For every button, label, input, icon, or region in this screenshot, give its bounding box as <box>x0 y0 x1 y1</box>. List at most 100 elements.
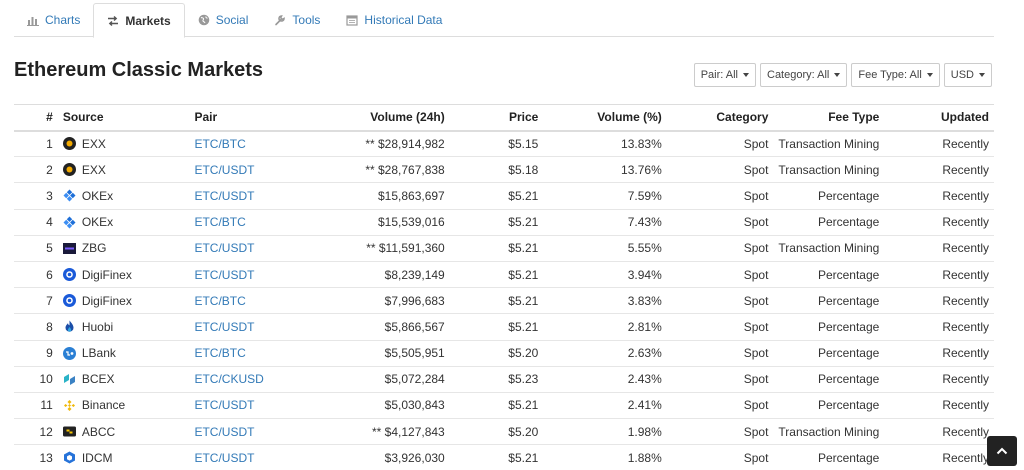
back-to-top-button[interactable] <box>987 436 1017 466</box>
category-cell: Spot <box>666 313 774 341</box>
source-cell[interactable]: DigiFinex <box>57 287 190 315</box>
caret-down-icon <box>743 73 749 77</box>
updated-cell: Recently <box>884 156 994 184</box>
table-row: 8 Huobi ETC/USDT $5,866,567 $5.21 2.81% Spot Pe… <box>14 313 994 341</box>
volume-cell: $5,505,951 <box>296 340 450 367</box>
pair-link[interactable]: ETC/USDT <box>189 261 297 289</box>
price-cell: $5.21 <box>449 209 544 236</box>
filter-bar: Pair: All Category: All Fee Type: All US… <box>693 63 992 87</box>
price-cell: $5.21 <box>449 313 544 341</box>
source-cell[interactable]: EXX <box>57 130 190 158</box>
volume-cell: ** $28,914,982 <box>296 130 450 158</box>
col-header-volume-pct[interactable]: Volume (%) <box>543 104 667 132</box>
col-header-updated[interactable]: Updated <box>884 104 994 132</box>
pair-link[interactable]: ETC/USDT <box>189 392 297 420</box>
pair-link[interactable]: ETC/BTC <box>189 209 297 236</box>
updated-cell: Recently <box>884 392 994 420</box>
pair-link[interactable]: ETC/USDT <box>189 418 297 446</box>
col-header-price[interactable]: Price <box>449 104 544 132</box>
currency-dropdown[interactable]: USD <box>943 63 992 87</box>
category-cell: Spot <box>666 366 774 393</box>
idcm-logo-icon <box>63 451 76 464</box>
col-header-rank[interactable]: # <box>14 104 58 132</box>
calendar-icon <box>346 14 359 26</box>
tab-markets[interactable]: Markets <box>93 3 185 38</box>
updated-cell: Recently <box>884 130 994 158</box>
pair-link[interactable]: ETC/BTC <box>189 287 297 315</box>
tab-historical-data[interactable]: Historical Data <box>333 3 455 37</box>
markets-table: # Source Pair Volume (24h) Price Volume … <box>14 104 994 470</box>
volume-pct-cell: 7.43% <box>543 209 667 236</box>
pair-link[interactable]: ETC/USDT <box>189 444 297 470</box>
price-cell: $5.21 <box>449 444 544 470</box>
pair-link[interactable]: ETC/CKUSD <box>189 366 297 393</box>
table-row: 5 ZBG ETC/USDT ** $11,591,360 $5.21 5.55% Spot… <box>14 235 994 262</box>
source-name: OKEx <box>81 215 114 230</box>
caret-down-icon <box>979 73 985 77</box>
col-header-category[interactable]: Category <box>666 104 774 132</box>
source-cell[interactable]: EXX <box>57 156 190 184</box>
category-cell: Spot <box>666 156 774 184</box>
tab-label: Markets <box>125 13 171 28</box>
wrench-icon <box>274 14 286 26</box>
category-cell: Spot <box>666 392 774 420</box>
updated-cell: Recently <box>884 235 994 262</box>
source-cell[interactable]: OKEx <box>57 182 190 210</box>
pair-link[interactable]: ETC/BTC <box>189 130 297 158</box>
source-cell[interactable]: LBank <box>57 340 190 367</box>
pair-filter-label: Pair: All <box>700 69 738 81</box>
rank-cell: 9 <box>14 340 58 367</box>
price-cell: $5.20 <box>449 418 544 446</box>
pair-link[interactable]: ETC/USDT <box>189 156 297 184</box>
col-header-volume[interactable]: Volume (24h) <box>296 104 450 132</box>
source-cell[interactable]: IDCM <box>57 444 190 470</box>
fee-type-filter-dropdown[interactable]: Fee Type: All <box>851 63 940 87</box>
tab-charts[interactable]: Charts <box>14 3 93 37</box>
caret-down-icon <box>926 73 933 77</box>
fee-type-cell: Transaction Mining <box>773 130 885 158</box>
tab-social[interactable]: Social <box>185 3 262 37</box>
volume-cell: $15,539,016 <box>296 209 450 236</box>
category-cell: Spot <box>666 182 774 210</box>
source-cell[interactable]: ZBG <box>57 235 190 262</box>
source-name: LBank <box>81 346 116 361</box>
price-cell: $5.21 <box>449 392 544 420</box>
source-cell[interactable]: BCEX <box>57 366 190 393</box>
price-cell: $5.21 <box>449 287 544 315</box>
col-header-fee-type[interactable]: Fee Type <box>773 104 885 132</box>
globe-icon <box>198 14 210 26</box>
pair-filter-dropdown[interactable]: Pair: All <box>693 63 756 87</box>
tab-bar: Charts Markets Social Tools Historical D… <box>14 3 994 38</box>
source-name: Binance <box>81 398 126 413</box>
tab-tools[interactable]: Tools <box>261 3 333 37</box>
volume-pct-cell: 1.88% <box>543 444 667 470</box>
updated-cell: Recently <box>884 444 994 470</box>
source-cell[interactable]: Binance <box>57 392 190 420</box>
rank-cell: 7 <box>14 287 58 315</box>
category-filter-label: Category: All <box>767 69 830 81</box>
source-cell[interactable]: Huobi <box>57 313 190 341</box>
fee-type-cell: Percentage <box>773 366 885 393</box>
col-header-pair[interactable]: Pair <box>189 104 297 132</box>
category-filter-dropdown[interactable]: Category: All <box>760 63 848 87</box>
pair-link[interactable]: ETC/USDT <box>189 182 297 210</box>
bcex-logo-icon <box>63 373 76 386</box>
okex-logo-icon <box>63 216 76 229</box>
col-header-source[interactable]: Source <box>57 104 190 132</box>
rank-cell: 5 <box>14 235 58 262</box>
volume-pct-cell: 2.81% <box>543 313 667 341</box>
pair-link[interactable]: ETC/BTC <box>189 340 297 367</box>
source-cell[interactable]: DigiFinex <box>57 261 190 289</box>
source-cell[interactable]: OKEx <box>57 209 190 236</box>
source-cell[interactable]: ABCC <box>57 418 190 446</box>
volume-pct-cell: 7.59% <box>543 182 667 210</box>
volume-pct-cell: 13.76% <box>543 156 667 184</box>
table-row: 4 OKEx ETC/BTC $15,539,016 $5.21 7.43% Spot Per… <box>14 209 994 236</box>
pair-link[interactable]: ETC/USDT <box>189 235 297 262</box>
pair-link[interactable]: ETC/USDT <box>189 313 297 341</box>
volume-pct-cell: 2.43% <box>543 366 667 393</box>
volume-cell: $3,926,030 <box>296 444 450 470</box>
volume-pct-cell: 3.94% <box>543 261 667 289</box>
fee-type-cell: Transaction Mining <box>773 418 885 446</box>
fee-type-cell: Transaction Mining <box>773 156 885 184</box>
